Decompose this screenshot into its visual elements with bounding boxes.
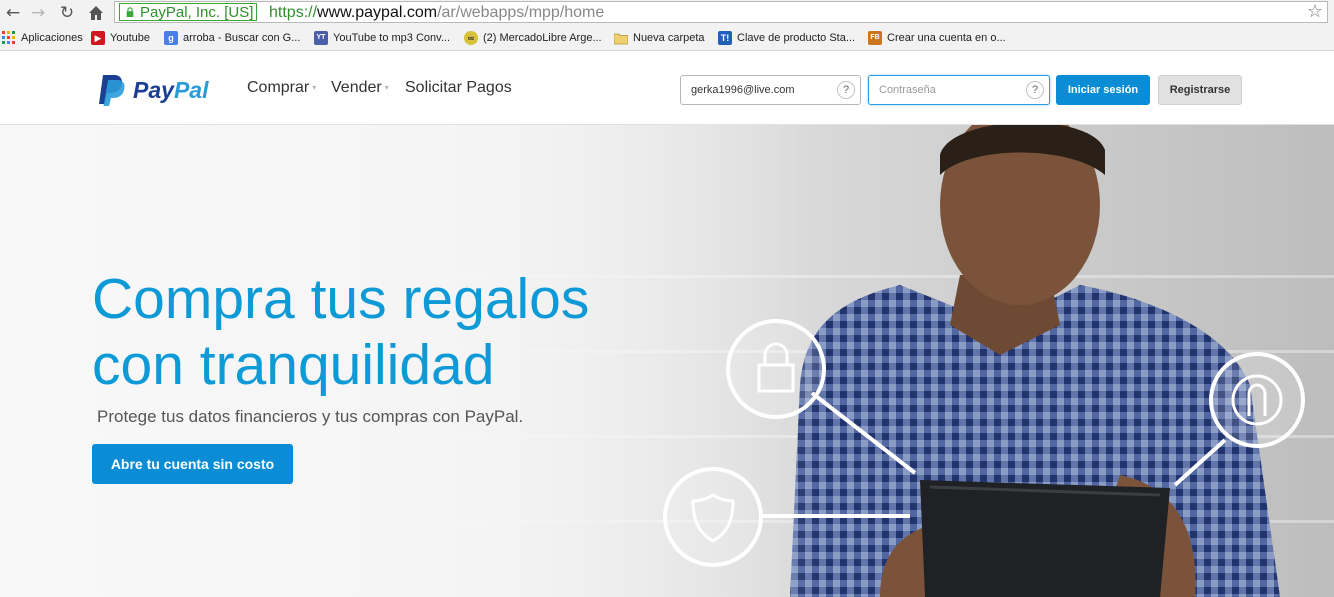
bookmark-label: Youtube [110,32,150,44]
shield-icon [663,467,763,567]
bookmarks-bar: Aplicaciones ▶ Youtube g arroba - Buscar c… [0,26,1334,51]
hero-title: Compra tus regalos con tranquilidad [92,266,712,398]
login-button[interactable]: Iniciar sesión [1056,75,1150,105]
forward-arrow-icon[interactable]: → [28,3,48,23]
email-field[interactable]: ? [680,75,861,105]
browser-toolbar: ← → ↻ PayPal, Inc. [US] https://www.payp… [0,0,1334,26]
chevron-down-icon: ▾ [384,83,389,92]
url-host: www.paypal.com [317,4,438,21]
bookmark-aplicaciones[interactable]: Aplicaciones [2,30,83,46]
home-icon[interactable] [86,3,106,23]
back-arrow-icon[interactable]: ← [3,3,23,23]
url-text[interactable]: https://www.paypal.com/ar/webapps/mpp/ho… [269,3,604,22]
yt-mp3-icon: YT [314,31,328,45]
bookmark-label: Clave de producto Sta... [737,32,856,44]
lock-icon [726,319,826,419]
mercadolibre-icon: ∞ [464,31,478,45]
url-path: /ar/webapps/mpp/home [437,4,605,21]
register-button[interactable]: Registrarse [1158,75,1242,105]
bookmark-label: arroba - Buscar con G... [183,32,301,44]
bookmark-arroba[interactable]: g arroba - Buscar con G... [164,30,300,46]
paypal-logo[interactable]: PayPal [97,73,227,107]
logo-pay: Pay [133,77,174,103]
paypal-wordmark: PayPal [133,77,208,104]
site-header: PayPal Comprar ▾ Vender ▾ Solicitar Pagos … [0,52,1334,125]
bookmark-yt-mp3[interactable]: YT YouTube to mp3 Conv... [314,30,450,46]
bookmark-crear-cuenta[interactable]: FB Crear una cuenta en o... [868,30,1006,46]
bookmark-label: Aplicaciones [21,32,83,44]
user-icon [1209,352,1305,448]
nav-label: Solicitar Pagos [405,79,512,96]
ev-badge-text: PayPal, Inc. [US] [140,4,254,21]
bookmark-star-icon[interactable]: ☆ [1307,2,1323,22]
bookmark-clave-producto[interactable]: T! Clave de producto Sta... [718,30,855,46]
padlock-icon [126,7,134,17]
open-account-button[interactable]: Abre tu cuenta sin costo [92,444,293,484]
paypal-p-icon [99,75,125,106]
bookmark-nueva-carpeta[interactable]: Nueva carpeta [613,30,705,46]
address-bar[interactable]: PayPal, Inc. [US] https://www.paypal.com… [114,1,1328,23]
bookmark-mercadolibre[interactable]: ∞ (2) MercadoLibre Arge... [464,30,602,46]
t-icon: T! [718,31,732,45]
bookmark-label: Crear una cuenta en o... [887,32,1006,44]
fb-icon: FB [868,31,882,45]
help-icon[interactable]: ? [1026,81,1044,99]
folder-icon [613,31,629,45]
hero-subtitle: Protege tus datos financieros y tus comp… [97,407,524,426]
bookmark-label: YouTube to mp3 Conv... [333,32,450,44]
bookmark-label: Nueva carpeta [633,32,705,44]
password-input[interactable] [869,76,1049,104]
google-icon: g [164,31,178,45]
nav-label: Vender [331,79,382,96]
bookmark-label: (2) MercadoLibre Arge... [483,32,602,44]
logo-pal: Pal [173,77,209,103]
hero-title-line1: Compra tus regalos [92,267,590,331]
chevron-down-icon: ▾ [312,83,317,92]
help-icon[interactable]: ? [837,81,855,99]
url-scheme: https:// [269,4,318,21]
nav-solicitar-pagos[interactable]: Solicitar Pagos [405,79,512,97]
reload-icon[interactable]: ↻ [57,3,77,23]
nav-vender[interactable]: Vender ▾ [331,79,389,97]
nav-comprar[interactable]: Comprar ▾ [247,79,316,97]
ev-certificate-badge[interactable]: PayPal, Inc. [US] [119,3,258,21]
email-input[interactable] [681,76,860,104]
youtube-icon: ▶ [91,31,105,45]
password-field[interactable]: ? [868,75,1050,105]
hero-banner: Compra tus regalos con tranquilidad Prot… [0,125,1334,597]
hero-title-line2: con tranquilidad [92,333,495,397]
apps-grid-icon [2,31,16,45]
bookmark-youtube[interactable]: ▶ Youtube [91,30,150,46]
nav-label: Comprar [247,79,310,96]
